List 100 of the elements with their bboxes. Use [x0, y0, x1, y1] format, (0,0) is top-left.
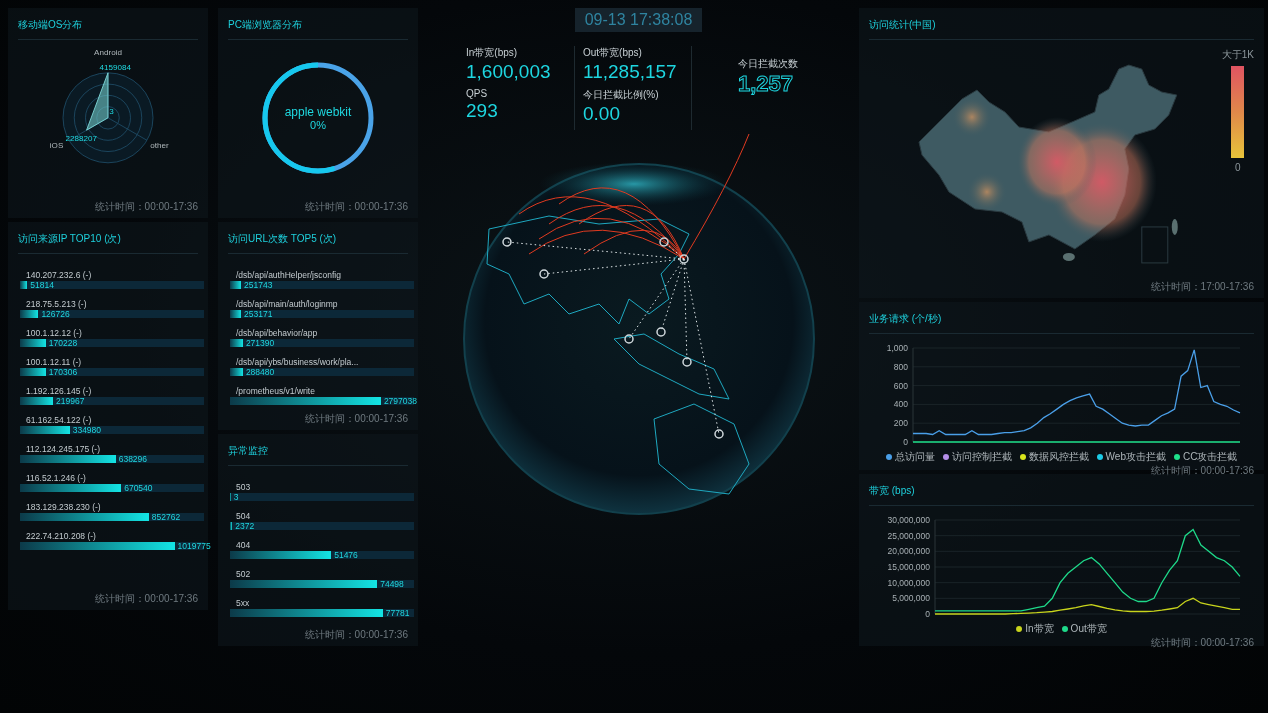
- bar-label: 100.1.12.12 (-): [25, 328, 83, 339]
- bar-label: /prometheus/v1/write: [235, 386, 316, 397]
- stat-time-text: 统计时间：00:00-17:36: [1150, 636, 1254, 650]
- axis-label: 10,000,000: [887, 577, 930, 588]
- bar-value: 51476: [333, 551, 358, 559]
- bar-value: 2372: [234, 522, 255, 530]
- stat-time-text: 统计时间：00:00-17:36: [1150, 464, 1254, 478]
- legend-label: CC攻击拦截: [1182, 450, 1238, 464]
- legend-label: In带宽: [1025, 622, 1054, 636]
- bar-label: 503: [235, 482, 252, 493]
- bar-value: 170306: [47, 368, 78, 376]
- bar-value: 170228: [47, 339, 78, 347]
- bar-label: 502: [235, 569, 252, 580]
- stat-label: 今日拦截比例(%): [583, 88, 659, 102]
- axis-label: 800: [893, 361, 908, 372]
- stat-value: 11,285,157: [583, 60, 677, 84]
- stat-label: QPS: [466, 88, 488, 99]
- legend-label: Web攻击拦截: [1105, 450, 1166, 464]
- bar-value: 334980: [71, 426, 102, 434]
- legend-label: 总访问量: [894, 450, 935, 464]
- stat-time-text: 统计时间：00:00-17:36: [94, 200, 198, 214]
- axis-label: 30,000,000: [887, 515, 930, 525]
- map-inset-frame: [1141, 226, 1169, 264]
- axis-label: 5,000,000: [892, 593, 930, 604]
- stat-value: 0.00: [583, 102, 620, 126]
- bar-label: 116.52.1.246 (-): [25, 473, 87, 484]
- bar-label: /dsb/api/ybs/business/work/pla...: [235, 357, 360, 368]
- axis-label: 600: [893, 380, 908, 391]
- panel-title: 业务请求 (个/秒): [869, 308, 1254, 334]
- bar-value: 1019775: [176, 542, 211, 550]
- panel-title: 异常监控: [228, 440, 408, 466]
- donut-value: 0%: [310, 119, 326, 131]
- axis-label: 20,000,000: [887, 546, 930, 557]
- bar-value: 3: [232, 493, 239, 501]
- bar-value: 638296: [117, 455, 148, 463]
- bar-label: 61.162.54.122 (-): [25, 415, 93, 426]
- stat-value: 1,257: [738, 71, 794, 97]
- stat-time-text: 统计时间：00:00-17:36: [304, 200, 408, 214]
- axis-label: iOS: [49, 140, 64, 150]
- bar-value: 77781: [384, 609, 410, 617]
- stat-value: 293: [466, 99, 498, 123]
- legend-label: 大于1K: [1221, 48, 1254, 62]
- bar-value: 271390: [244, 339, 275, 347]
- stat-label: In带宽(bps): [466, 46, 518, 60]
- axis-label: 1,000: [886, 343, 908, 353]
- stat-value: 1,600,003: [466, 60, 551, 84]
- bar-label: 504: [235, 511, 252, 522]
- map-region: [1171, 218, 1178, 235]
- bar-label: 5xx: [235, 598, 251, 609]
- panel-title: 访问来源IP TOP10 (次): [18, 228, 198, 254]
- bar-label: /dsb/api/behavior/app: [235, 328, 319, 339]
- panel-title: 访问统计(中国): [869, 14, 1254, 40]
- stat-time-text: 统计时间：17:00-17:36: [1150, 280, 1254, 294]
- bar-value: 126726: [40, 310, 70, 318]
- legend-label: Out带宽: [1070, 622, 1107, 636]
- stat-label: Out带宽(bps): [583, 46, 642, 60]
- bar-label: /dsb/api/authHelper/jsconfig: [235, 270, 342, 281]
- radar-area: [86, 72, 109, 131]
- axis-label: 400: [893, 399, 908, 410]
- bar-label: 112.124.245.175 (-): [25, 444, 102, 455]
- bar-value: 2797038: [382, 397, 417, 405]
- bar-label: 140.207.232.6 (-): [25, 270, 93, 281]
- bar-value: 219967: [55, 397, 85, 405]
- axis-label: 25,000,000: [887, 530, 930, 541]
- bar-value: 251743: [243, 281, 273, 289]
- axis-label: 200: [893, 418, 908, 429]
- stat-time-text: 统计时间：00:00-17:36: [304, 628, 408, 642]
- bar-label: 404: [235, 540, 252, 551]
- axis-label: 0: [925, 609, 930, 619]
- data-value: 4159084: [99, 63, 131, 73]
- stat-time-text: 统计时间：00:00-17:36: [304, 412, 408, 426]
- bar-value: 253171: [243, 310, 273, 318]
- bar-label: 1.192.126.145 (-): [25, 386, 93, 397]
- axis-label: 15,000,000: [887, 562, 930, 572]
- panel-title: 访问URL次数 TOP5 (次): [228, 228, 408, 254]
- axis-label: 0: [903, 437, 908, 447]
- bar-label: 183.129.238.230 (-): [25, 502, 102, 513]
- panel-title: 移动端OS分布: [18, 14, 198, 40]
- stat-label: 今日拦截次数: [738, 57, 798, 71]
- donut-label: apple webkit: [284, 105, 352, 119]
- bar-label: 222.74.210.208 (-): [25, 531, 97, 542]
- legend-label: 数据风控拦截: [1028, 450, 1089, 464]
- data-value: 2288207: [65, 134, 97, 143]
- bar-label: 100.1.12.11 (-): [25, 357, 83, 368]
- axis-label: other: [150, 140, 169, 150]
- legend-label: 0: [1235, 162, 1241, 173]
- clock-display: 09-13 17:38:08: [574, 8, 703, 32]
- axis-label: Android: [94, 47, 122, 57]
- bar-label: /dsb/api/main/auth/loginmp: [235, 299, 339, 310]
- legend-label: 访问控制拦截: [951, 450, 1012, 464]
- data-value: 3: [109, 107, 114, 117]
- bar-value: 670540: [123, 484, 153, 492]
- panel-title: PC端浏览器分布: [228, 14, 408, 40]
- bar-value: 51814: [29, 281, 54, 289]
- bar-value: 74498: [379, 580, 404, 588]
- panel-title: 带宽 (bps): [869, 480, 1254, 506]
- stat-time-text: 统计时间：00:00-17:36: [94, 592, 198, 606]
- bar-value: 288480: [244, 368, 275, 376]
- bar-label: 218.75.5.213 (-): [25, 299, 88, 310]
- map-region: [1062, 252, 1075, 261]
